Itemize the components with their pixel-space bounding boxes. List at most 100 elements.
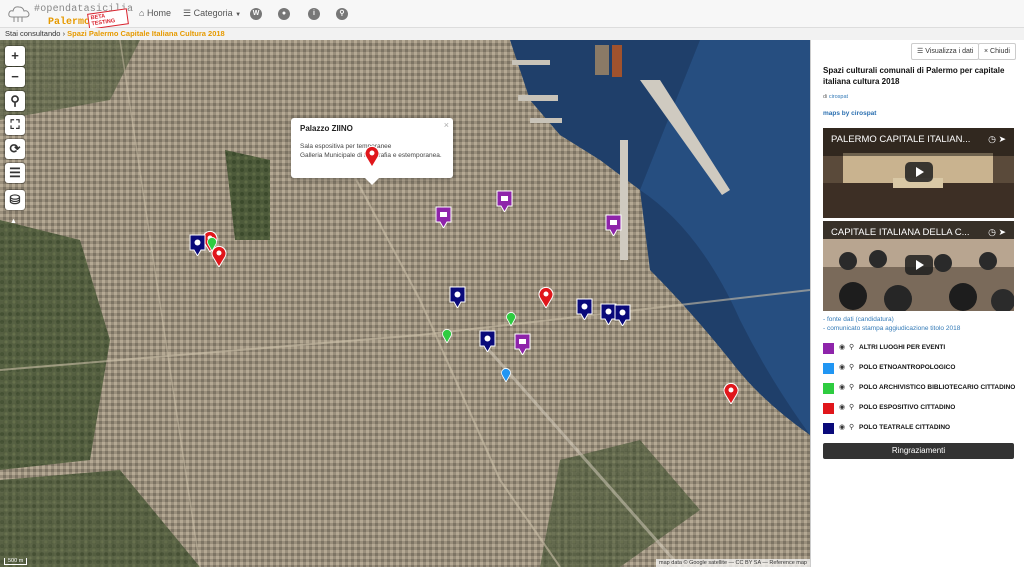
- magnifier-icon[interactable]: ⚲: [849, 383, 854, 391]
- map-marker-polo-teatrale[interactable]: [189, 234, 206, 256]
- magnifier-icon[interactable]: ⚲: [849, 403, 854, 411]
- nav-home-label: Home: [146, 8, 171, 18]
- map-attribution[interactable]: map data © Google satellite — CC BY SA —…: [656, 559, 810, 567]
- ringraziamenti-button[interactable]: Ringraziamenti: [823, 443, 1014, 459]
- chevron-right-icon: ›: [62, 29, 66, 38]
- map-marker-polo-etnoantropologico[interactable]: [501, 368, 511, 382]
- zoom-out-button[interactable]: −: [5, 67, 25, 87]
- eye-icon[interactable]: ◉: [839, 383, 845, 391]
- video-embed-2[interactable]: CAPITALE ITALIANA DELLA C... ◷ ➤: [823, 221, 1014, 311]
- close-label: Chiudi: [990, 48, 1010, 55]
- map-canvas[interactable]: + − ⚲ ⛶ ⟳ ☰ ⛁ ▲ × Palazzo ZIINO Sala esp…: [0, 40, 810, 567]
- maps-by-link[interactable]: maps by cirospat: [823, 110, 876, 117]
- zoom-in-button[interactable]: +: [5, 46, 25, 66]
- table-icon: ☰: [917, 48, 924, 55]
- close-icon[interactable]: ×: [444, 120, 449, 130]
- legend-swatch: [823, 403, 834, 414]
- search-icon[interactable]: ⚲: [336, 8, 348, 20]
- legend-label: ALTRI LUOGHI PER EVENTI: [859, 344, 946, 351]
- github-icon[interactable]: ●: [278, 8, 290, 20]
- map-marker-polo-teatrale[interactable]: [449, 286, 466, 308]
- legend-swatch: [823, 423, 834, 434]
- video-actions: ◷ ➤: [988, 227, 1006, 238]
- map-marker-altri-luoghi[interactable]: [435, 206, 452, 228]
- magnifier-icon[interactable]: ⚲: [849, 363, 854, 371]
- map-marker-polo-archivistico[interactable]: [506, 312, 516, 326]
- video-actions: ◷ ➤: [988, 134, 1006, 145]
- database-icon: ⛁: [9, 192, 21, 207]
- info-panel: ☰ Visualizza i dati × Chiudi Spazi cultu…: [810, 40, 1024, 567]
- share-icon: ⟳: [9, 141, 21, 156]
- legend-swatch: [823, 383, 834, 394]
- site-logo[interactable]: #opendatasicilia Palermo Hub BETA TESTIN…: [8, 3, 133, 30]
- fonte-dati-link[interactable]: - fonte dati (candidatura): [823, 315, 960, 324]
- map-marker-polo-archivistico[interactable]: [207, 237, 217, 251]
- play-button[interactable]: [905, 255, 933, 275]
- map-marker-altri-luoghi[interactable]: [514, 333, 531, 355]
- clock-icon[interactable]: ◷: [988, 134, 996, 144]
- legend-label: POLO TEATRALE CITTADINO: [859, 424, 951, 431]
- map-search-button[interactable]: ⚲: [5, 91, 25, 111]
- legend-label: POLO ARCHIVISTICO BIBLIOTECARIO CITTADIN…: [859, 384, 1016, 391]
- breadcrumb-label: Stai consultando: [5, 29, 61, 38]
- nav-categoria-dropdown[interactable]: ☰ Categoria ▼: [183, 8, 241, 19]
- author-link[interactable]: cirospat: [829, 94, 848, 100]
- collapse-caret-icon[interactable]: ▲: [10, 218, 17, 225]
- author-prefix: di: [823, 94, 828, 100]
- layers-icon: ☰: [9, 165, 21, 180]
- play-button[interactable]: [905, 162, 933, 182]
- info-icon[interactable]: i: [308, 8, 320, 20]
- legend-swatch: [823, 363, 834, 374]
- share-arrow-icon[interactable]: ➤: [998, 134, 1006, 144]
- author-line: di cirospat: [823, 94, 848, 100]
- magnifier-icon[interactable]: ⚲: [849, 423, 854, 431]
- eye-icon[interactable]: ◉: [839, 423, 845, 431]
- legend-label: POLO ESPOSITIVO CITTADINO: [859, 404, 956, 411]
- share-button[interactable]: ⟳: [5, 139, 25, 159]
- magnifier-icon[interactable]: ⚲: [849, 343, 854, 351]
- map-marker-polo-teatrale[interactable]: [576, 298, 593, 320]
- eye-icon[interactable]: ◉: [839, 403, 845, 411]
- map-marker-altri-luoghi[interactable]: [496, 190, 513, 212]
- map-marker-polo-archivistico[interactable]: [442, 329, 452, 343]
- close-icon: ×: [984, 48, 989, 55]
- home-icon: ⌂: [139, 8, 145, 18]
- nav-home[interactable]: ⌂ Home: [139, 8, 171, 18]
- wikipedia-icon[interactable]: W: [250, 8, 262, 20]
- cloud-logo-icon: [8, 6, 30, 22]
- comunicato-link[interactable]: - comunicato stampa aggiudicazione titol…: [823, 324, 960, 333]
- eye-icon[interactable]: ◉: [839, 343, 845, 351]
- layers-button[interactable]: ☰: [5, 163, 25, 183]
- video-title: CAPITALE ITALIANA DELLA C...: [831, 227, 970, 238]
- search-icon: ⚲: [10, 93, 20, 108]
- list-icon: ☰: [183, 8, 192, 18]
- map-scale: 500 m: [4, 558, 28, 565]
- video-title: PALERMO CAPITALE ITALIAN...: [831, 134, 971, 145]
- map-marker-polo-teatrale[interactable]: [479, 330, 496, 352]
- video-embed-1[interactable]: PALERMO CAPITALE ITALIAN... ◷ ➤: [823, 128, 1014, 218]
- map-marker-polo-teatrale[interactable]: [614, 304, 631, 326]
- view-data-label: Visualizza i dati: [925, 48, 974, 55]
- data-browser-button[interactable]: ⛁: [5, 190, 25, 210]
- view-data-button[interactable]: ☰ Visualizza i dati: [911, 43, 980, 60]
- clock-icon[interactable]: ◷: [988, 227, 996, 237]
- map-marker-polo-espositivo[interactable]: [723, 382, 739, 404]
- popup-title: Palazzo ZIINO: [300, 124, 353, 133]
- map-marker-polo-espositivo[interactable]: [364, 145, 380, 167]
- breadcrumb: Stai consultando › Spazi Palermo Capital…: [0, 28, 1024, 40]
- map-marker-altri-luoghi[interactable]: [605, 214, 622, 236]
- fullscreen-button[interactable]: ⛶: [5, 115, 25, 135]
- top-navbar: #opendatasicilia Palermo Hub BETA TESTIN…: [0, 0, 1024, 30]
- legend-label: POLO ETNOANTROPOLOGICO: [859, 364, 956, 371]
- close-button[interactable]: × Chiudi: [978, 43, 1016, 60]
- share-arrow-icon[interactable]: ➤: [998, 227, 1006, 237]
- source-links: - fonte dati (candidatura) - comunicato …: [823, 315, 960, 333]
- panel-title: Spazi culturali comunali di Palermo per …: [823, 66, 1005, 86]
- fullscreen-icon: ⛶: [10, 117, 20, 132]
- eye-icon[interactable]: ◉: [839, 363, 845, 371]
- breadcrumb-current[interactable]: Spazi Palermo Capitale Italiana Cultura …: [67, 29, 225, 38]
- nav-categoria-label: Categoria: [193, 8, 233, 18]
- legend-swatch: [823, 343, 834, 354]
- caret-down-icon: ▼: [235, 12, 242, 18]
- map-marker-polo-espositivo[interactable]: [538, 286, 554, 308]
